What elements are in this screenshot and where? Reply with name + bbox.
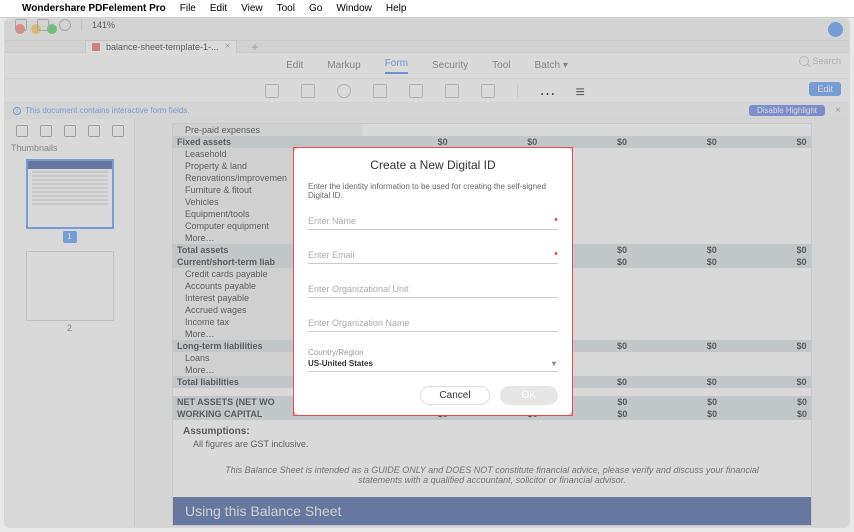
menu-window[interactable]: Window <box>336 3 372 14</box>
ok-button[interactable]: OK <box>500 386 558 405</box>
org-name-field[interactable]: Enter Organization Name <box>308 314 558 332</box>
cancel-button[interactable]: Cancel <box>420 386 489 405</box>
create-digital-id-dialog: Create a New Digital ID Enter the identi… <box>294 148 572 415</box>
menu-view[interactable]: View <box>241 3 263 14</box>
modal-description: Enter the identity information to be use… <box>308 182 558 200</box>
app-name-title[interactable]: Wondershare PDFelement Pro <box>22 3 166 14</box>
menu-tool[interactable]: Tool <box>277 3 295 14</box>
chevron-down-icon: ▾ <box>552 359 556 368</box>
menu-edit[interactable]: Edit <box>210 3 227 14</box>
mac-menubar: Wondershare PDFelement Pro File Edit Vie… <box>0 0 854 18</box>
region-select[interactable]: US-United States ▾ <box>308 357 558 372</box>
menu-go[interactable]: Go <box>309 3 322 14</box>
modal-highlight-frame: Create a New Digital ID Enter the identi… <box>293 147 573 416</box>
name-field[interactable]: Enter Name <box>308 212 558 230</box>
region-value: US-United States <box>308 359 373 368</box>
app-window: 141% balance-sheet-template-1-... × + Ed… <box>4 18 850 528</box>
org-unit-field[interactable]: Enter Organizational Unit <box>308 280 558 298</box>
menu-file[interactable]: File <box>180 3 196 14</box>
email-field[interactable]: Enter Email <box>308 246 558 264</box>
region-label: Country/Region <box>308 348 558 357</box>
menu-help[interactable]: Help <box>386 3 407 14</box>
modal-title: Create a New Digital ID <box>308 158 558 172</box>
